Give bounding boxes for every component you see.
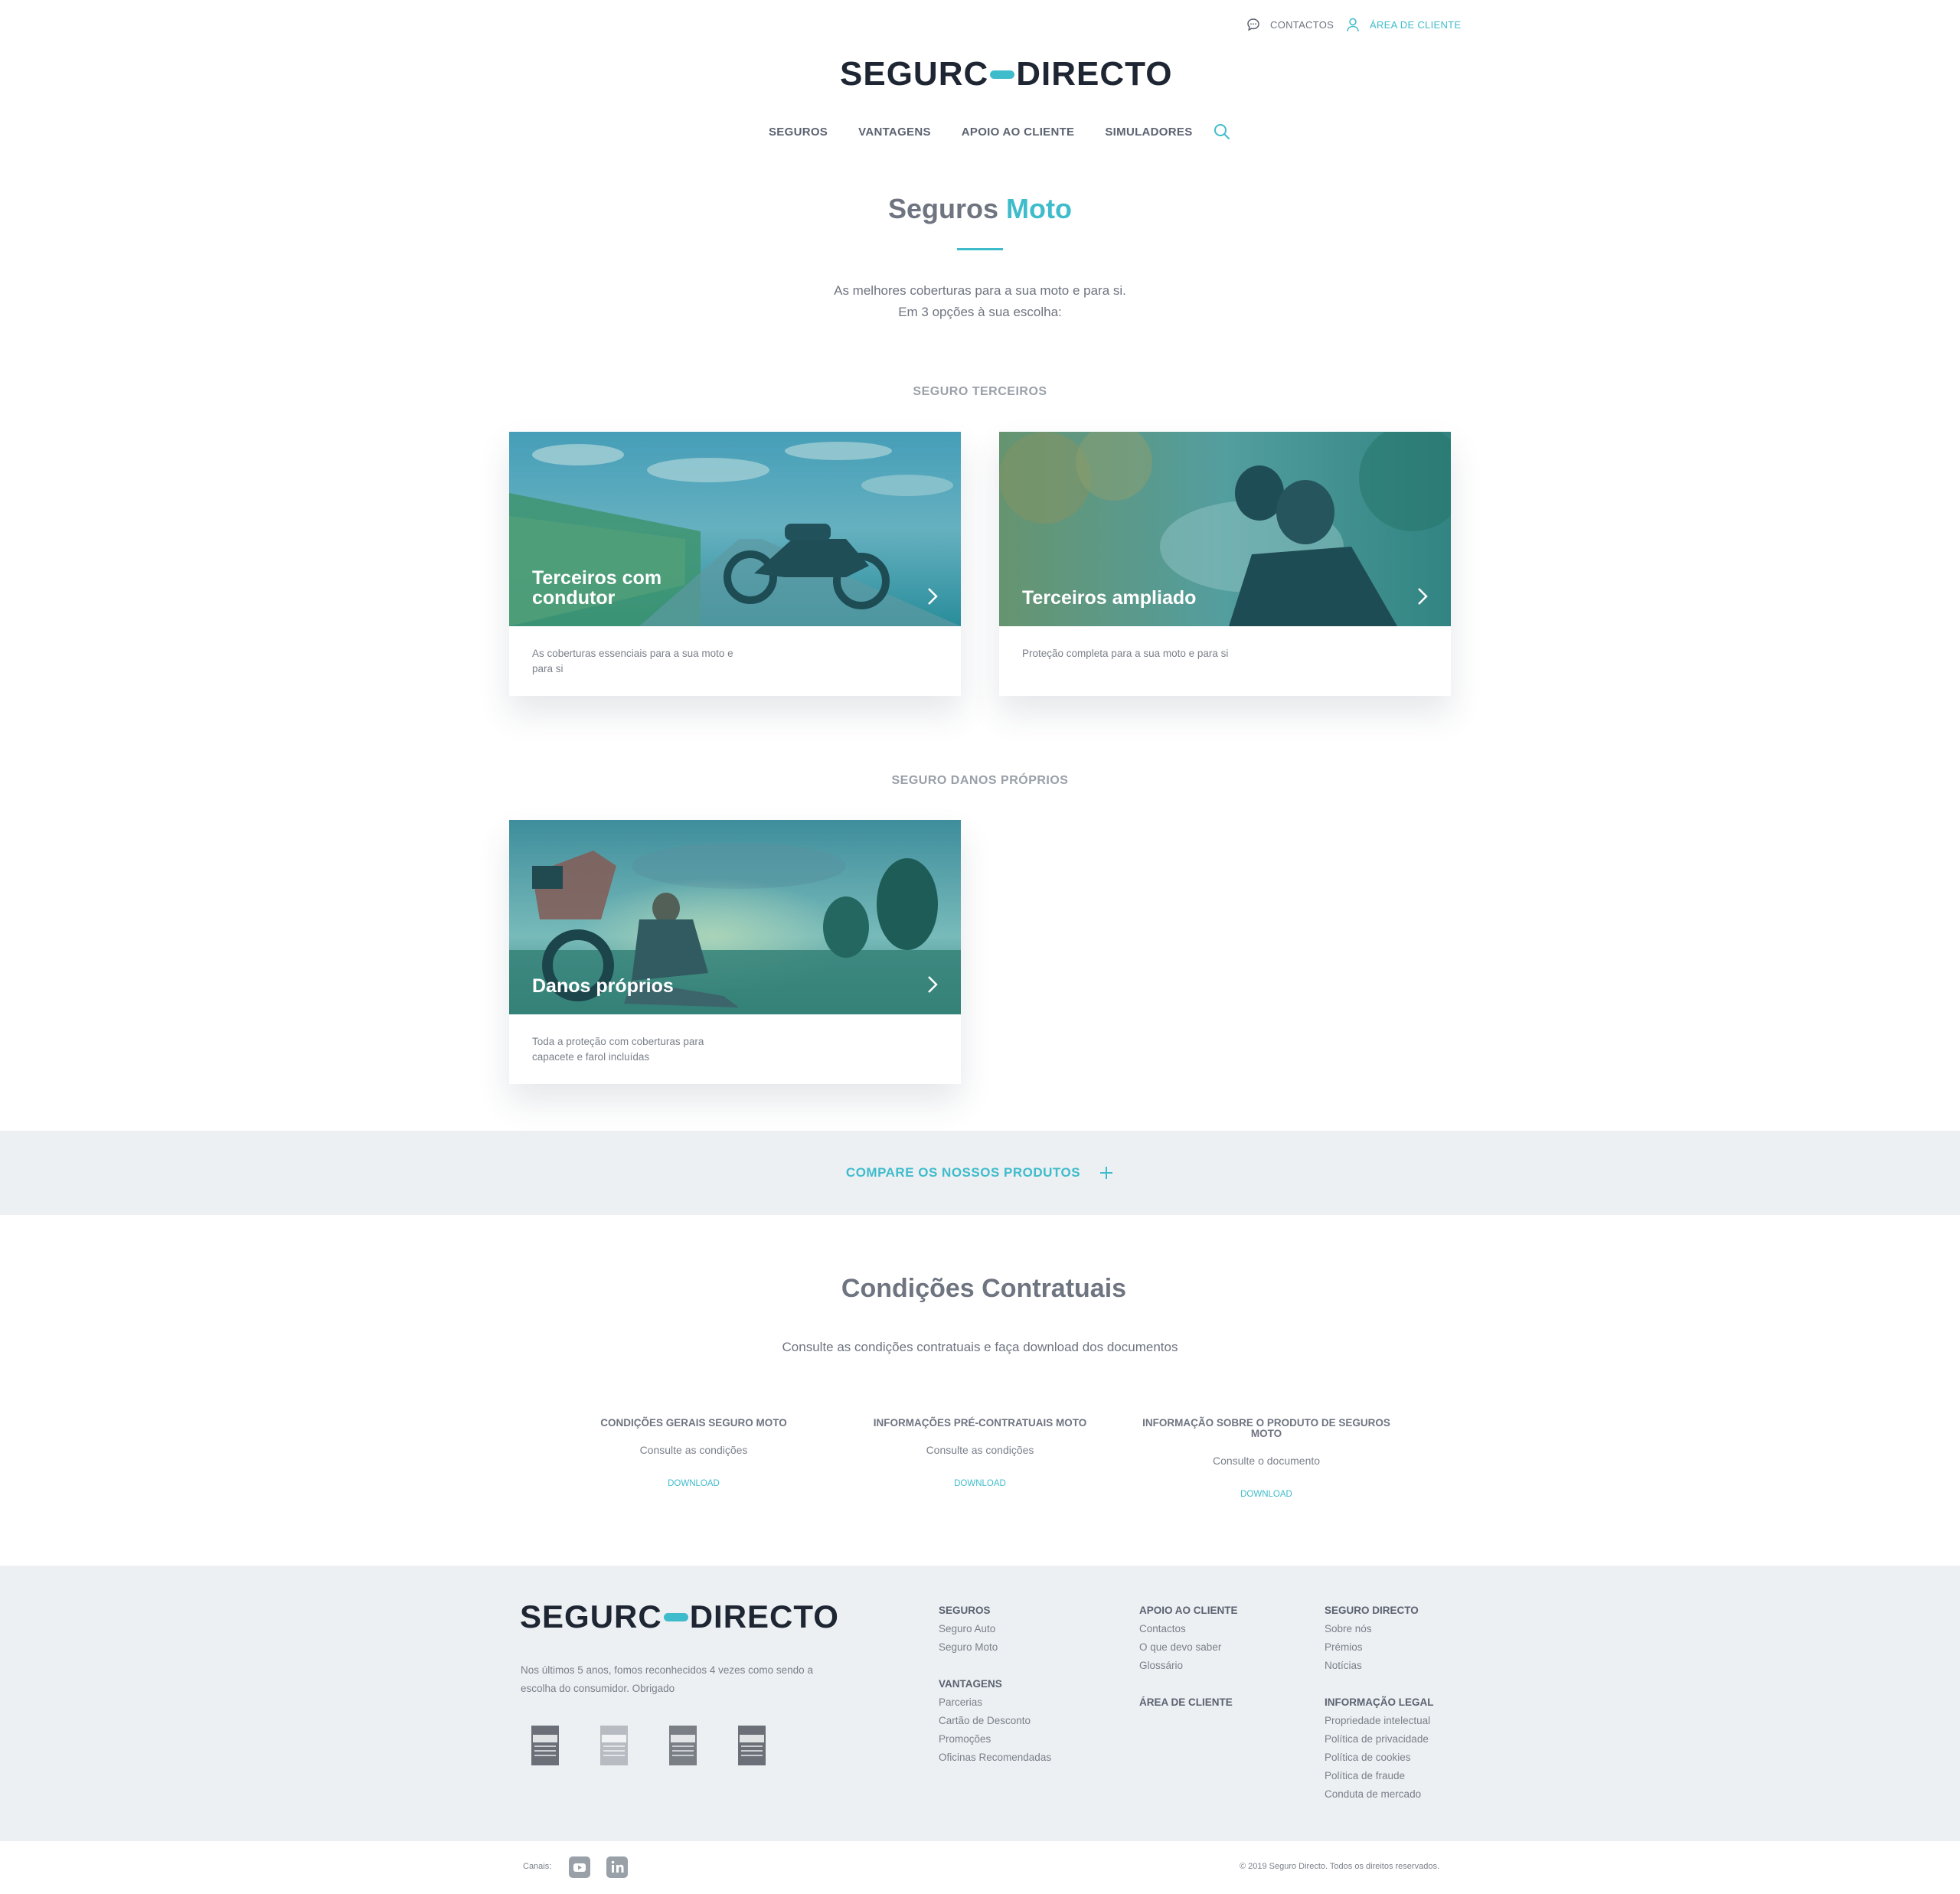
- nav-item-seguros[interactable]: SEGUROS: [769, 126, 828, 139]
- footer-link[interactable]: Parcerias: [939, 1693, 1051, 1712]
- nav-item-apoio[interactable]: APOIO AO CLIENTE: [962, 126, 1075, 139]
- chevron-right-icon: [928, 976, 938, 993]
- document-text: Consulte o documento: [1212, 1455, 1321, 1467]
- card-description: Toda a proteção com coberturas para capa…: [532, 1036, 704, 1063]
- card-image: Terceiros ampliado: [999, 432, 1451, 626]
- footer-link[interactable]: Prémios: [1325, 1638, 1434, 1657]
- footer-heading[interactable]: SEGURO DIRECTO: [1325, 1602, 1434, 1620]
- document-title: INFORMAÇÃO SOBRE O PRODUTO DE SEGUROS MO…: [1142, 1417, 1390, 1439]
- section-label-danos: SEGURO DANOS PRÓPRIOS: [891, 774, 1069, 787]
- footer-link[interactable]: Glossário: [1139, 1657, 1238, 1675]
- document-title: INFORMAÇÕES PRÉ-CONTRATUAIS MOTO: [873, 1417, 1087, 1429]
- conditions-subtitle: Consulte as condições contratuais e faça…: [782, 1340, 1178, 1354]
- title-underline: [957, 248, 1003, 250]
- search-icon[interactable]: [1213, 122, 1231, 141]
- logo-text-left: SEGURC: [520, 1598, 662, 1634]
- main-nav: SEGUROS VANTAGENS APOIO AO CLIENTE SIMUL…: [769, 122, 1231, 141]
- footer-link[interactable]: Oficinas Recomendadas: [939, 1749, 1051, 1767]
- footer-link[interactable]: Política de privacidade: [1325, 1730, 1434, 1749]
- logo-text-left: SEGURC: [840, 55, 989, 93]
- logo-dash: [990, 70, 1015, 79]
- footer-heading[interactable]: VANTAGENS: [939, 1675, 1051, 1693]
- footer-link[interactable]: Política de cookies: [1325, 1749, 1434, 1767]
- page-title: Seguros Moto: [0, 193, 1960, 225]
- nav-item-vantagens[interactable]: VANTAGENS: [858, 126, 931, 139]
- document-text: Consulte as condições: [926, 1444, 1034, 1456]
- copyright: © 2019 Seguro Directo. Todos os direitos…: [1239, 1862, 1439, 1871]
- section-label-terceiros: SEGURO TERCEIROS: [913, 385, 1047, 398]
- download-link[interactable]: DOWNLOAD: [954, 1479, 1006, 1488]
- chat-bubble-icon: [1247, 18, 1259, 31]
- document-title: CONDIÇÕES GERAIS SEGURO MOTO: [600, 1417, 787, 1429]
- product-card-terceiros-condutor[interactable]: Terceiros com condutor As coberturas ess…: [509, 432, 961, 696]
- contacts-label: CONTACTOS: [1270, 18, 1334, 31]
- client-area-label: ÁREA DE CLIENTE: [1370, 18, 1462, 31]
- chevron-right-icon: [928, 588, 938, 605]
- user-icon: [1347, 18, 1359, 32]
- award-badge-icon: [669, 1726, 697, 1765]
- chevron-right-icon: [1418, 588, 1428, 605]
- compare-label: COMPARE OS NOSSOS PRODUTOS: [845, 1165, 1081, 1180]
- nav-item-simuladores[interactable]: SIMULADORES: [1105, 126, 1192, 139]
- logo-text-right: DIRECTO: [689, 1598, 839, 1634]
- linkedin-icon[interactable]: [606, 1856, 628, 1878]
- footer-tagline: Nos últimos 5 anos, fomos reconhecidos 4…: [521, 1664, 813, 1694]
- conditions-title: Condições Contratuais: [841, 1274, 1127, 1303]
- footer-heading[interactable]: SEGUROS: [939, 1602, 1051, 1620]
- document-item: INFORMAÇÕES PRÉ-CONTRATUAIS MOTO Consult…: [850, 1418, 1110, 1490]
- card-title: Terceiros ampliado: [1022, 587, 1197, 609]
- footer-heading[interactable]: INFORMAÇÃO LEGAL: [1325, 1693, 1434, 1712]
- card-description: As coberturas essenciais para a sua moto…: [532, 648, 733, 674]
- footer-link[interactable]: Seguro Auto: [939, 1620, 1051, 1638]
- footer-heading[interactable]: APOIO AO CLIENTE: [1139, 1602, 1238, 1620]
- footer-heading[interactable]: ÁREA DE CLIENTE: [1139, 1693, 1238, 1712]
- footer-link[interactable]: Conduta de mercado: [1325, 1785, 1434, 1804]
- card-description: Proteção completa para a sua moto e para…: [1022, 648, 1229, 659]
- footer-link[interactable]: Sobre nós: [1325, 1620, 1434, 1638]
- logo-dash: [663, 1612, 688, 1621]
- footer-col-apoio: APOIO AO CLIENTE Contactos O que devo sa…: [1139, 1602, 1238, 1712]
- logo-text-right: DIRECTO: [1016, 55, 1173, 93]
- youtube-icon[interactable]: [569, 1856, 590, 1878]
- award-badge-icon: [531, 1726, 559, 1765]
- document-item: INFORMAÇÃO SOBRE O PRODUTO DE SEGUROS MO…: [1136, 1418, 1396, 1501]
- card-title: Danos próprios: [532, 975, 674, 997]
- card-image: Terceiros com condutor: [509, 432, 961, 626]
- product-card-danos-proprios[interactable]: Danos próprios Toda a proteção com cober…: [509, 820, 961, 1084]
- award-badge-icon: [738, 1726, 766, 1765]
- footer-link[interactable]: Propriedade intelectual: [1325, 1712, 1434, 1730]
- footer-link[interactable]: O que devo saber: [1139, 1638, 1238, 1657]
- footer-col-seguros: SEGUROS Seguro Auto Seguro Moto VANTAGEN…: [939, 1602, 1051, 1767]
- product-card-terceiros-ampliado[interactable]: Terceiros ampliado Proteção completa par…: [999, 432, 1451, 696]
- page-title-main: Seguros: [887, 193, 999, 224]
- logo[interactable]: SEGURC DIRECTO: [840, 54, 1172, 95]
- card-title: Terceiros com condutor: [532, 567, 662, 609]
- footer-link[interactable]: Cartão de Desconto: [939, 1712, 1051, 1730]
- compare-products-toggle[interactable]: COMPARE OS NOSSOS PRODUTOS: [0, 1131, 1960, 1215]
- download-link[interactable]: DOWNLOAD: [1240, 1490, 1292, 1499]
- plus-icon: [1100, 1167, 1113, 1179]
- footer-link[interactable]: Política de fraude: [1325, 1767, 1434, 1785]
- footer-link[interactable]: Promoções: [939, 1730, 1051, 1749]
- card-image: Danos próprios: [509, 820, 961, 1014]
- download-link[interactable]: DOWNLOAD: [668, 1479, 720, 1488]
- client-area-link[interactable]: ÁREA DE CLIENTE: [1345, 17, 1461, 32]
- hero-subtitle-line1: As melhores coberturas para a sua moto e…: [834, 283, 1126, 298]
- document-text: Consulte as condições: [639, 1444, 748, 1456]
- hero-subtitle-line2: Em 3 opções à sua escolha:: [898, 305, 1062, 319]
- contacts-link[interactable]: CONTACTOS: [1246, 17, 1334, 32]
- footer-logo[interactable]: SEGURC DIRECTO: [520, 1597, 839, 1637]
- footer-link[interactable]: Seguro Moto: [939, 1638, 1051, 1657]
- page-title-accent: Moto: [1006, 193, 1073, 224]
- footer-col-seguro-directo: SEGURO DIRECTO Sobre nós Prémios Notícia…: [1325, 1602, 1434, 1804]
- channels-label: Canais:: [523, 1862, 552, 1871]
- award-badge-icon: [600, 1726, 628, 1765]
- footer-link[interactable]: Contactos: [1139, 1620, 1238, 1638]
- document-item: CONDIÇÕES GERAIS SEGURO MOTO Consulte as…: [564, 1418, 824, 1490]
- footer-link[interactable]: Notícias: [1325, 1657, 1434, 1675]
